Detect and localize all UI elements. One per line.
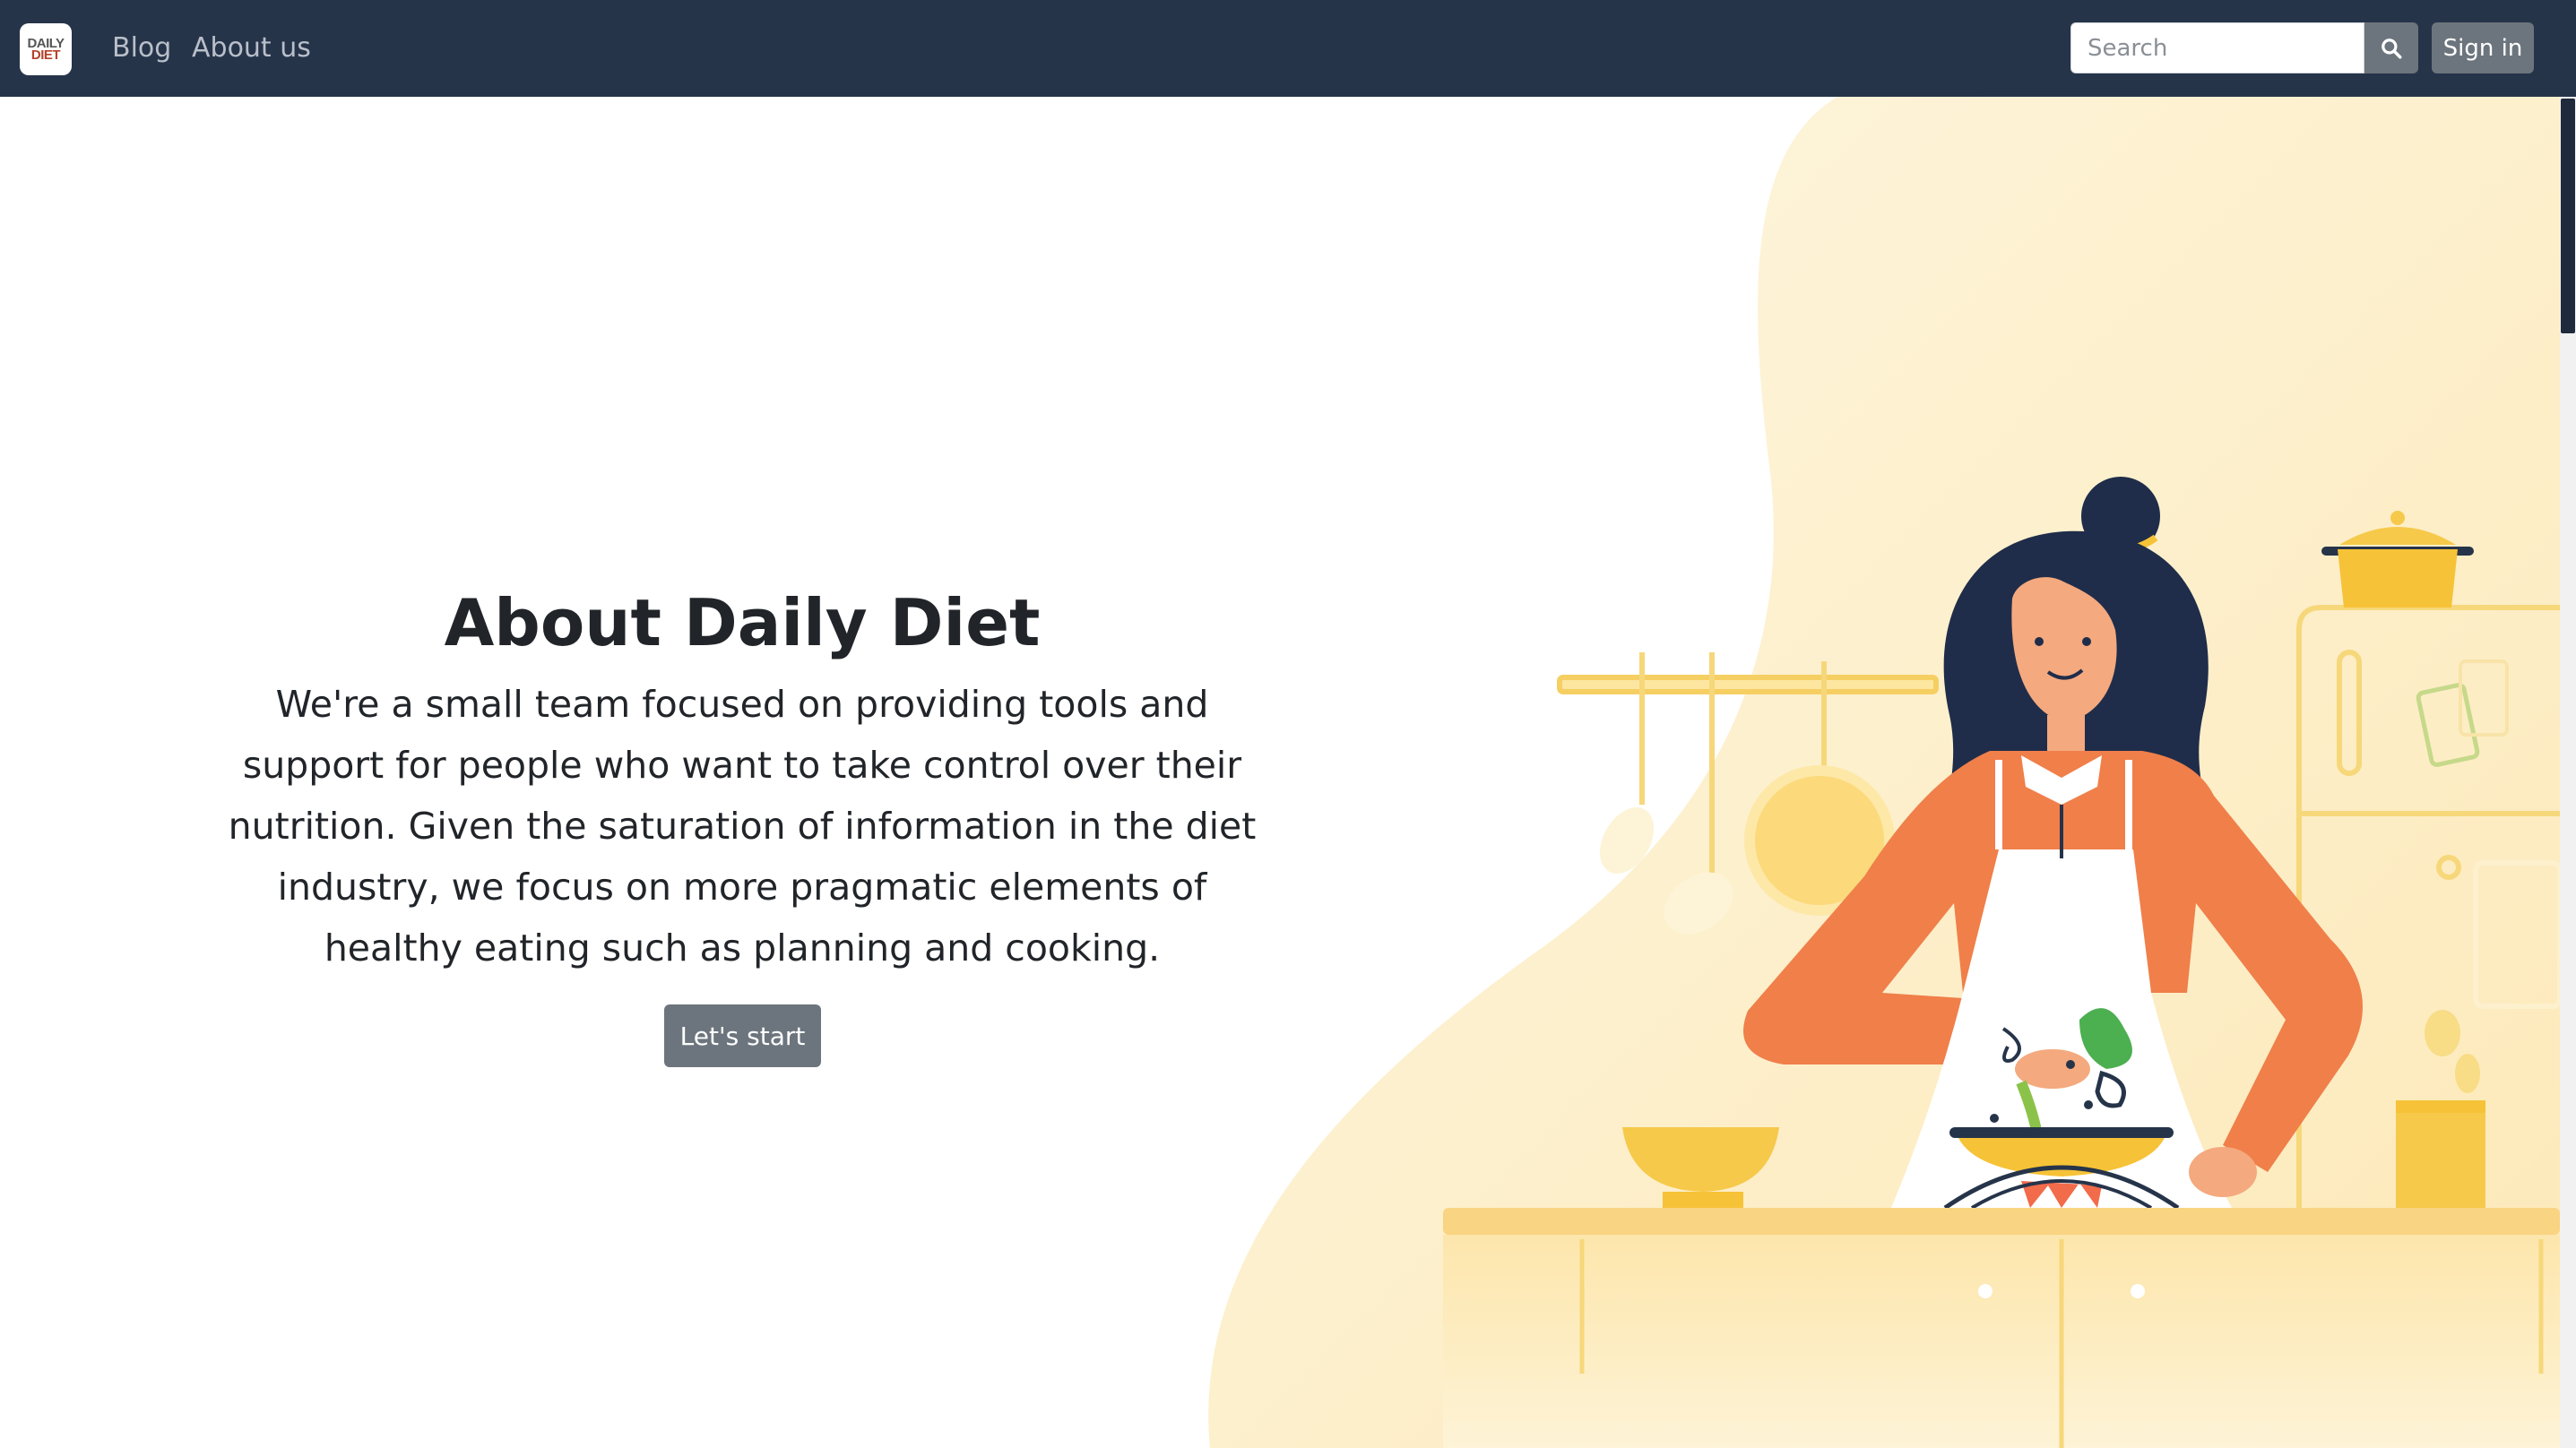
search-button[interactable] — [2364, 22, 2418, 73]
page-title: About Daily Diet — [444, 585, 1041, 660]
nav-link-about-us[interactable]: About us — [192, 30, 311, 66]
hand-right — [2189, 1147, 2257, 1197]
search-icon — [2382, 38, 2402, 58]
counter-body — [1443, 1235, 2560, 1448]
hero-section: About Daily Diet We're a small team focu… — [215, 573, 1269, 978]
lets-start-button[interactable]: Let's start — [664, 1004, 821, 1067]
scrollbar-thumb[interactable] — [2561, 99, 2575, 333]
sign-in-button[interactable]: Sign in — [2432, 22, 2534, 73]
logo-text-diet: DIET — [30, 47, 61, 63]
nav-link-blog[interactable]: Blog — [112, 30, 171, 66]
search-input[interactable] — [2070, 22, 2364, 73]
logo-icon[interactable]: DAILY DIET — [20, 23, 72, 75]
counter-top — [1443, 1208, 2560, 1235]
top-navbar: DAILY DIET Blog About us Sign in — [0, 0, 2576, 97]
hero-description: We're a small team focused on providing … — [228, 683, 1257, 970]
